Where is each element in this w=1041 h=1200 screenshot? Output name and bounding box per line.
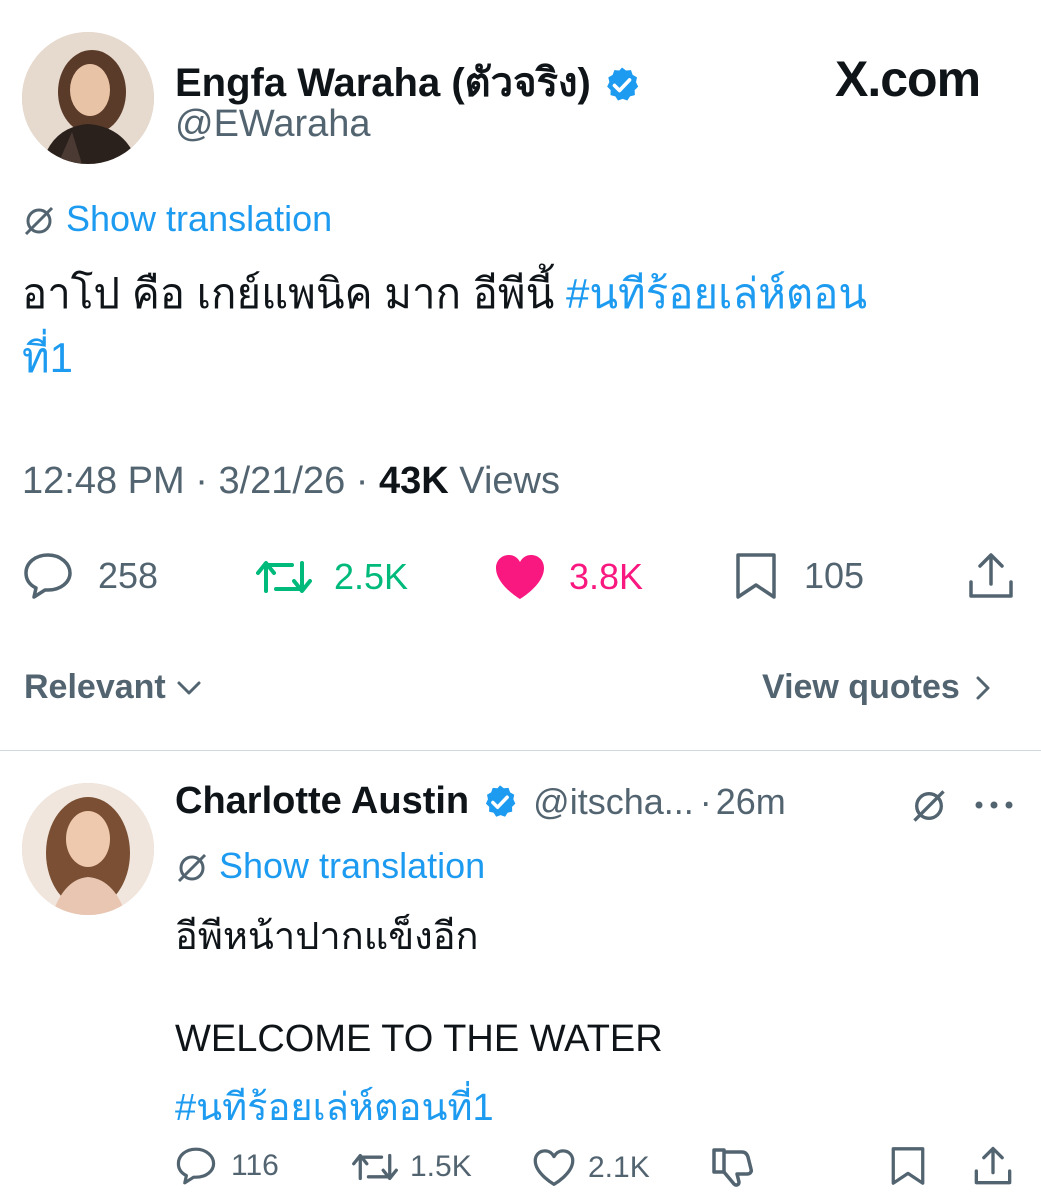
view-quotes-link[interactable]: View quotes — [762, 668, 992, 707]
author-handle[interactable]: @EWaraha — [175, 103, 371, 146]
like-button[interactable]: 3.8K — [493, 553, 643, 601]
sort-dropdown[interactable]: Relevant — [24, 668, 202, 707]
reply-age[interactable]: 26m — [716, 781, 786, 823]
views-count: 43K — [379, 460, 449, 502]
reply-button[interactable]: 258 — [22, 551, 158, 601]
hashtag-link-cont[interactable]: ที่1 — [22, 334, 73, 381]
chevron-down-icon — [176, 678, 202, 698]
heart-filled-icon — [493, 553, 547, 601]
reply-text-line1: อีพีหน้าปากแข็งอีก — [175, 916, 479, 958]
share-button[interactable] — [966, 552, 1016, 600]
reply-author-handle[interactable]: @itscha... — [533, 781, 694, 823]
hashtag-link[interactable]: #นทีร้อยเล่ห์ตอน — [566, 270, 867, 317]
reply-repost-button[interactable]: 1.5K — [352, 1149, 472, 1185]
tweet-time[interactable]: 12:48 PM — [22, 460, 185, 502]
reply-show-translation-link[interactable]: Show translation — [175, 845, 485, 887]
tweet-text: อาโป คือ เกย์แพนิค มาก อีพีนี้ #นทีร้อยเ… — [22, 270, 868, 381]
tweet-date[interactable]: 3/21/26 — [218, 460, 345, 502]
share-icon — [972, 1146, 1014, 1186]
downvote-button[interactable] — [710, 1146, 754, 1188]
bookmark-icon — [734, 552, 778, 600]
reply-author-name[interactable]: Charlotte Austin — [175, 780, 469, 823]
verified-badge-icon — [602, 65, 642, 105]
translate-icon — [175, 851, 209, 885]
views-label: Views — [459, 460, 560, 502]
meta-separator: · — [355, 460, 369, 502]
more-options-icon[interactable] — [974, 800, 1014, 810]
thumbs-down-icon — [710, 1146, 754, 1188]
reply-hashtag-link[interactable]: #นทีร้อยเล่ห์ตอนที่1 — [175, 1076, 494, 1137]
repost-icon — [256, 555, 312, 599]
chevron-right-icon — [974, 674, 992, 702]
reply-header: Charlotte Austin @itscha... · 26m — [175, 780, 786, 823]
tweet-meta: 12:48 PM · 3/21/26 · 43K Views — [22, 460, 560, 503]
show-translation-link[interactable]: Show translation — [22, 198, 332, 240]
verified-badge-icon — [481, 783, 519, 821]
x-logo: X.com — [835, 51, 981, 107]
reply-translate-icon[interactable] — [910, 787, 948, 825]
share-icon — [966, 552, 1016, 600]
bookmark-icon — [890, 1146, 926, 1186]
meta-separator: · — [195, 460, 208, 502]
reply-text-line2: WELCOME TO THE WATER — [175, 1018, 663, 1060]
reply-reply-button[interactable]: 116 — [175, 1146, 279, 1186]
heart-icon — [532, 1148, 576, 1188]
reply-icon — [22, 551, 74, 601]
repost-icon — [352, 1149, 398, 1185]
meta-separator: · — [699, 780, 712, 822]
reply-share-button[interactable] — [972, 1146, 1014, 1186]
bookmark-button[interactable]: 105 — [734, 552, 864, 600]
reply-like-button[interactable]: 2.1K — [532, 1148, 650, 1188]
translate-icon — [22, 204, 56, 238]
author-avatar[interactable] — [22, 32, 154, 164]
reply-icon — [175, 1146, 217, 1186]
divider — [0, 750, 1041, 751]
reply-bookmark-button[interactable] — [890, 1146, 926, 1186]
reply-author-avatar[interactable] — [22, 783, 154, 915]
repost-button[interactable]: 2.5K — [256, 555, 408, 599]
